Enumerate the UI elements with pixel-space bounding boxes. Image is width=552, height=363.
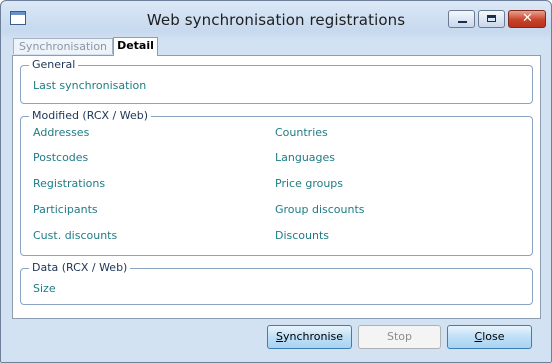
data-group-legend: Data (RCX / Web)	[29, 261, 131, 275]
synchronise-button[interactable]: Synchronise	[267, 325, 352, 349]
participants-label: Participants	[33, 203, 98, 216]
window: Web synchronisation registrations ✕ Sync…	[0, 0, 552, 363]
synchronise-button-accel: S	[275, 330, 283, 343]
tab-detail[interactable]: Detail	[113, 37, 158, 56]
close-icon: ✕	[522, 11, 533, 26]
close-button[interactable]: Close	[447, 325, 532, 349]
title-bar[interactable]: Web synchronisation registrations ✕	[1, 1, 551, 35]
close-window-button[interactable]: ✕	[508, 10, 546, 28]
registrations-label: Registrations	[33, 177, 106, 190]
synchronise-button-label: ynchronise	[282, 330, 344, 343]
languages-label: Languages	[275, 151, 336, 164]
countries-label: Countries	[275, 126, 328, 139]
general-group-legend: General	[29, 58, 79, 72]
addresses-label: Addresses	[33, 126, 90, 139]
detail-panel: General Last synchronisation Modified (R…	[12, 55, 541, 319]
modified-group: Modified (RCX / Web) Addresses Postcodes…	[20, 109, 533, 256]
close-button-label: lose	[482, 330, 505, 343]
group-discounts-label: Group discounts	[275, 203, 365, 216]
maximize-button[interactable]	[478, 10, 505, 28]
discounts-label: Discounts	[275, 229, 330, 242]
stop-button[interactable]: Stop	[358, 325, 441, 349]
last-synchronisation-label: Last synchronisation	[33, 79, 147, 92]
postcodes-label: Postcodes	[33, 151, 89, 164]
tab-synchronisation[interactable]: Synchronisation	[13, 38, 113, 54]
modified-group-legend: Modified (RCX / Web)	[29, 109, 152, 123]
maximize-icon	[487, 15, 496, 22]
size-label: Size	[33, 282, 56, 295]
data-group: Data (RCX / Web) Size	[20, 261, 533, 305]
minimize-icon	[458, 21, 467, 23]
price-groups-label: Price groups	[275, 177, 344, 190]
general-group: General Last synchronisation	[20, 58, 533, 104]
cust-discounts-label: Cust. discounts	[33, 229, 118, 242]
minimize-button[interactable]	[448, 10, 475, 28]
